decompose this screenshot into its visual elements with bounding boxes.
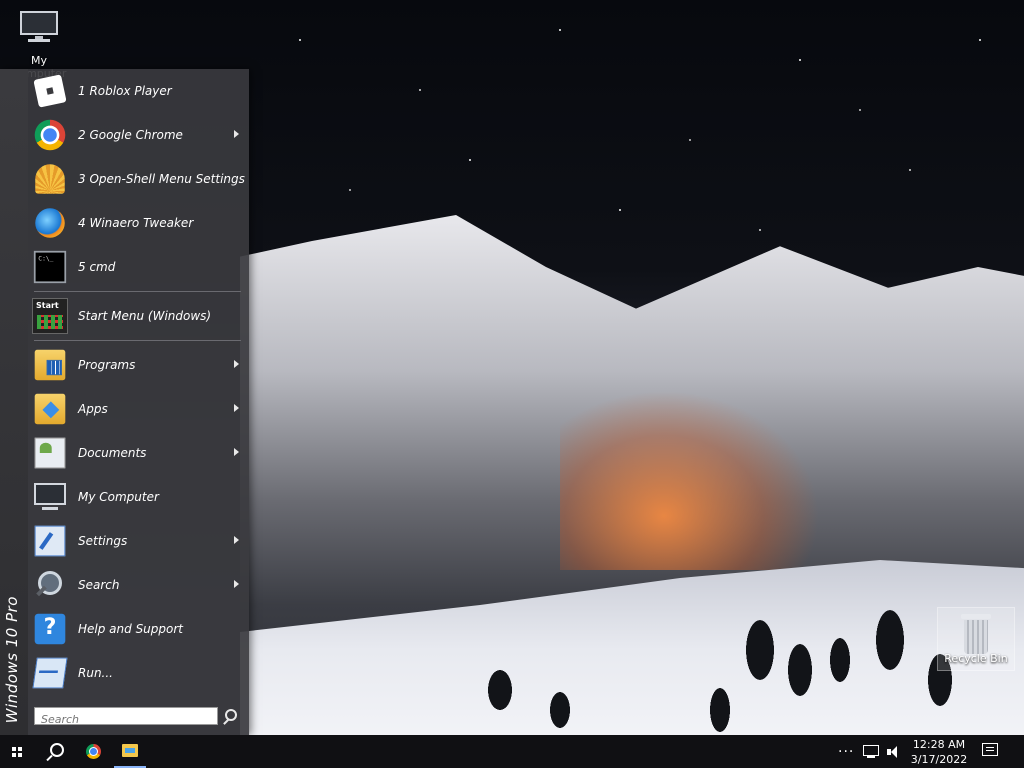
winaero-icon: [35, 208, 65, 238]
menu-item-google-chrome[interactable]: 2 Google Chrome: [28, 113, 249, 157]
banner-text: Windows 10 Pro: [3, 595, 21, 723]
desktop-icon-recycle-bin[interactable]: Recycle Bin: [937, 607, 1015, 671]
menu-item-label: Run...: [78, 666, 113, 680]
menu-item-label: 4 Winaero Tweaker: [78, 216, 194, 230]
menu-item-run[interactable]: Run...: [28, 651, 249, 695]
start-search-input[interactable]: [35, 711, 217, 728]
start-menu-items: 1 Roblox Player 2 Google Chrome 3 Open-S…: [28, 69, 249, 695]
menu-item-programs[interactable]: Programs: [28, 343, 249, 387]
taskbar-file-explorer-icon[interactable]: [114, 735, 146, 768]
open-shell-icon: [35, 164, 65, 194]
menu-item-open-shell-settings[interactable]: 3 Open-Shell Menu Settings: [28, 157, 249, 201]
wallpaper-trees: [240, 470, 1024, 735]
menu-item-settings[interactable]: Settings: [28, 519, 249, 563]
menu-item-label: 2 Google Chrome: [78, 128, 183, 142]
recycle-bin-icon: [961, 614, 991, 654]
menu-item-roblox-player[interactable]: 1 Roblox Player: [28, 69, 249, 113]
clock-date: 3/17/2022: [910, 753, 968, 766]
menu-item-label: Help and Support: [78, 622, 183, 636]
documents-icon: [34, 437, 66, 469]
menu-item-label: Documents: [78, 446, 147, 460]
menu-item-help-and-support[interactable]: Help and Support: [28, 607, 249, 651]
submenu-arrow-icon: [234, 130, 239, 138]
volume-icon[interactable]: [886, 744, 904, 760]
menu-item-label: 5 cmd: [78, 260, 116, 274]
submenu-arrow-icon: [234, 580, 239, 588]
taskbar-chrome-icon[interactable]: [78, 735, 110, 768]
taskbar-clock[interactable]: 12:28 AM 3/17/2022: [908, 737, 970, 767]
menu-item-label: 1 Roblox Player: [78, 84, 172, 98]
menu-separator: [34, 291, 241, 292]
submenu-arrow-icon: [234, 448, 239, 456]
menu-item-label: My Computer: [78, 490, 159, 504]
clock-time: 12:28 AM: [912, 738, 966, 751]
menu-item-winaero-tweaker[interactable]: 4 Winaero Tweaker: [28, 201, 249, 245]
programs-icon: [34, 349, 66, 381]
menu-item-cmd[interactable]: 5 cmd: [28, 245, 249, 289]
network-icon[interactable]: [862, 744, 880, 760]
menu-item-apps[interactable]: Apps: [28, 387, 249, 431]
menu-item-search[interactable]: Search: [28, 563, 249, 607]
start-menu-banner: Windows 10 Pro: [0, 69, 28, 735]
search-go-icon[interactable]: [222, 707, 240, 725]
menu-item-label: Search: [78, 578, 120, 592]
apps-icon: [34, 393, 66, 425]
menu-item-documents[interactable]: Documents: [28, 431, 249, 475]
menu-item-label: 3 Open-Shell Menu Settings: [78, 172, 245, 186]
submenu-arrow-icon: [234, 536, 239, 544]
menu-separator: [34, 340, 241, 341]
settings-icon: [34, 525, 66, 557]
run-icon: [32, 657, 68, 689]
menu-item-label: Programs: [78, 358, 136, 372]
start-button[interactable]: [0, 735, 34, 768]
help-icon: [34, 613, 66, 645]
computer-icon: [18, 10, 60, 42]
search-icon: [32, 567, 68, 603]
submenu-arrow-icon: [234, 404, 239, 412]
start-menu: Windows 10 Pro 1 Roblox Player 2 Google …: [0, 69, 249, 735]
menu-item-label: Start Menu (Windows): [78, 309, 212, 323]
computer-icon: [32, 479, 68, 515]
cmd-icon: [33, 250, 67, 284]
tray-overflow-icon[interactable]: ···: [838, 744, 854, 760]
taskbar-search-icon[interactable]: [40, 735, 72, 768]
menu-item-start-menu-windows[interactable]: Start Menu (Windows): [28, 294, 249, 338]
menu-item-label: Settings: [78, 534, 128, 548]
menu-item-label: Apps: [78, 402, 108, 416]
start-search-box[interactable]: [34, 707, 218, 728]
chrome-icon: [34, 119, 66, 151]
submenu-arrow-icon: [234, 360, 239, 368]
notification-center-icon[interactable]: [982, 743, 998, 756]
roblox-icon: [33, 74, 67, 108]
menu-item-my-computer[interactable]: My Computer: [28, 475, 249, 519]
start-menu-icon: [32, 298, 68, 334]
